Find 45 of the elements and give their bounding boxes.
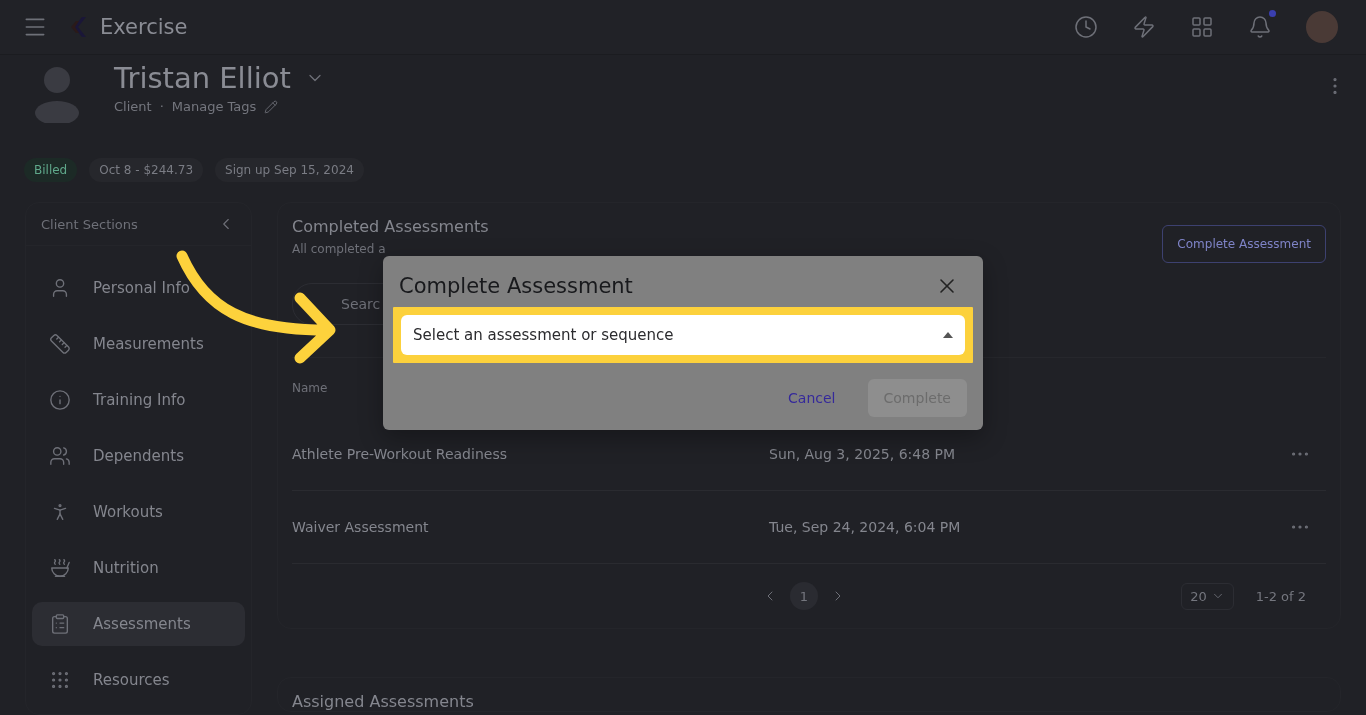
table-cell-text: Waiver Assessment <box>292 519 430 535</box>
table-cell-text: Athlete Pre-Workout Readiness <box>292 446 508 462</box>
dialog-title: Complete Assessment <box>399 274 633 298</box>
sidebar-title: Client Sections <box>41 216 138 232</box>
grid-icon[interactable] <box>1190 15 1214 39</box>
card-title: Assigned Assessments <box>292 692 475 711</box>
app-name: Exercise <box>100 15 188 39</box>
sidebar-item[interactable]: Assessments <box>32 602 245 646</box>
separator-dot: · <box>159 99 164 114</box>
cancel-button[interactable]: Cancel <box>772 379 852 417</box>
ruler-icon <box>49 333 71 355</box>
page-size-select[interactable]: 20 <box>1181 582 1234 610</box>
table-cell-text: Tue, Sep 24, 2024, 6:04 PM <box>769 519 962 535</box>
clock-icon[interactable] <box>1074 15 1098 39</box>
column-header: Name <box>292 381 328 395</box>
client-name: Tristan Elliot <box>114 61 291 95</box>
people-icon <box>49 445 71 467</box>
page-range: 1-2 of 2 <box>1255 588 1306 604</box>
sidebar-item[interactable]: Resources <box>32 658 245 702</box>
dots-grid-icon <box>49 669 71 691</box>
info-chip: Oct 8 - $244.73 <box>89 158 203 183</box>
sidebar-item[interactable]: Workouts <box>32 490 245 534</box>
card-subtitle: All completed a <box>292 242 387 256</box>
sidebar-item[interactable]: Measurements <box>32 322 245 366</box>
clipboard-icon <box>49 613 71 635</box>
table-cell-text: Sun, Aug 3, 2025, 6:48 PM <box>769 446 957 462</box>
status-chip: Billed <box>24 158 78 183</box>
assessment-select[interactable]: Select an assessment or sequence <box>401 315 965 355</box>
lightning-icon[interactable] <box>1132 15 1156 39</box>
manage-tags-link[interactable]: Manage Tags <box>171 99 257 114</box>
client-role: Client <box>114 99 152 114</box>
bowl-icon <box>49 557 71 579</box>
pencil-icon[interactable] <box>264 99 279 114</box>
sidebar-item[interactable]: Nutrition <box>32 546 245 590</box>
sidebar-item[interactable]: Personal Info <box>32 266 245 310</box>
sidebar-item[interactable]: Training Info <box>32 378 245 422</box>
notification-icon[interactable] <box>1248 15 1272 39</box>
page-number[interactable]: 1 <box>790 582 818 610</box>
sidebar-item[interactable]: Dependents <box>32 434 245 478</box>
complete-assessment-button[interactable]: Complete Assessment <box>1162 225 1326 263</box>
caret-icon <box>943 332 953 338</box>
info-chip: Sign up Sep 15, 2024 <box>215 158 364 183</box>
avatar-placeholder-icon <box>32 65 82 123</box>
info-icon <box>49 389 71 411</box>
card-title: Completed Assessments <box>292 217 489 236</box>
